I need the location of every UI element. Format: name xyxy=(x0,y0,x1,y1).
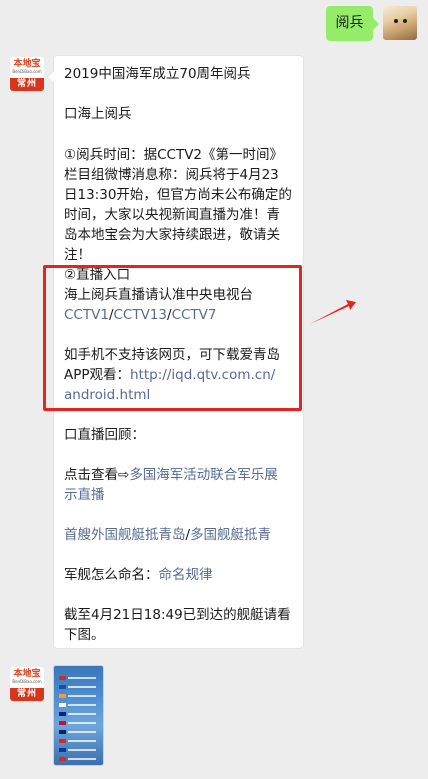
outgoing-message-text: 阅兵 xyxy=(335,15,364,31)
review-link-row: 点击查看⇨多国海军活动联合军乐展 xyxy=(64,465,278,485)
user-avatar[interactable] xyxy=(383,6,417,40)
brand-city-label: 常州 xyxy=(10,688,44,701)
brand-avatar[interactable]: 本地宝 BenDiBao.com 常州 xyxy=(10,667,44,701)
message-text-line: 时间，大家以央视新闻直播为准！青 xyxy=(64,207,280,223)
message-text-line: ①阅兵时间：据CCTV2《第一时间》 xyxy=(64,147,284,163)
message-text-line: 日13:30开始，但官方尚未公布确定的 xyxy=(64,187,292,203)
message-text-line: 注！ xyxy=(64,247,91,263)
brand-avatar[interactable]: 本地宝 BenDiBao.com 常州 xyxy=(10,57,44,91)
message-text-line: 岛本地宝会为大家持续跟进，敬请关 xyxy=(64,227,280,243)
ship-link-multi[interactable]: 多国舰艇抵青 xyxy=(190,527,271,543)
naming-link[interactable]: 命名规律 xyxy=(159,567,213,583)
section-heading: 口海上阅兵 xyxy=(64,106,132,122)
brand-site-text: BenDiBao.com xyxy=(12,679,42,684)
image-thumbnail[interactable] xyxy=(53,665,104,766)
brand-site-text: BenDiBao.com xyxy=(12,69,42,74)
arrow-icon xyxy=(310,300,356,324)
click-prefix: 点击查看⇨ xyxy=(64,467,130,483)
review-link-cont[interactable]: 示直播 xyxy=(64,487,105,503)
naming-row: 军舰怎么命名：命名规律 xyxy=(64,565,213,585)
arrival-text: 下图。 xyxy=(64,627,105,643)
highlight-box xyxy=(43,265,302,411)
review-link-row-2: 示直播 xyxy=(64,485,105,505)
ship-link-first[interactable]: 首艘外国舰艇抵青岛 xyxy=(64,527,186,543)
review-heading: 口直播回顾： xyxy=(64,427,145,443)
outgoing-message-bubble[interactable]: 阅兵 xyxy=(326,6,379,41)
brand-logo-text: 本地宝 xyxy=(13,59,41,69)
ship-links-row: 首艘外国舰艇抵青岛/多国舰艇抵青 xyxy=(64,525,271,545)
arrival-text: 截至4月21日18:49已到达的舰艇请看 xyxy=(64,607,291,623)
brand-logo-text: 本地宝 xyxy=(13,669,41,679)
message-title: 2019中国海军成立70周年阅兵 xyxy=(64,66,251,82)
brand-city-label: 常州 xyxy=(10,78,44,91)
naming-prefix: 军舰怎么命名： xyxy=(64,567,159,583)
review-link[interactable]: 多国海军活动联合军乐展 xyxy=(129,467,278,483)
message-text-line: 栏目组微博消息称：阅兵将于4月23 xyxy=(64,167,279,183)
